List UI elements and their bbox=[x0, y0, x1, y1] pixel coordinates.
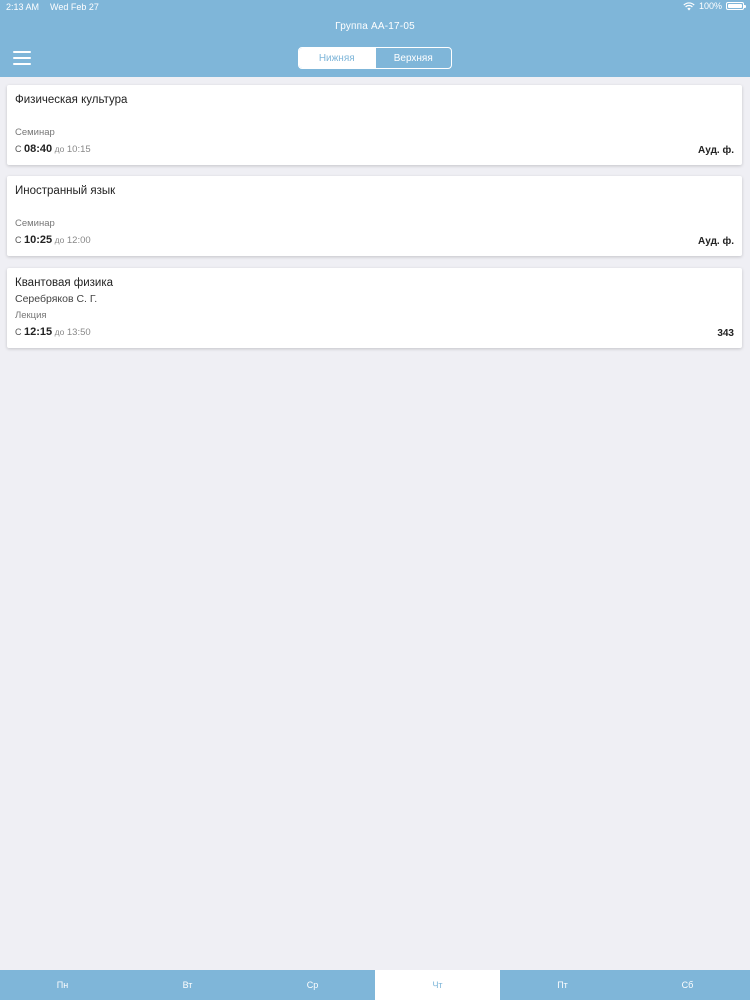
tab-thursday[interactable]: Чт bbox=[375, 970, 500, 1000]
week-toggle: Нижняя Верхняя bbox=[298, 47, 452, 69]
lesson-card[interactable]: Иностранный язык Семинар С 10:25 до 12:0… bbox=[7, 176, 742, 256]
lesson-room: Ауд. ф. bbox=[698, 236, 734, 247]
time-from-prefix: С bbox=[15, 235, 22, 245]
tab-friday[interactable]: Пт bbox=[500, 970, 625, 1000]
lesson-type: Лекция bbox=[15, 310, 47, 321]
lesson-room: Ауд. ф. bbox=[698, 145, 734, 156]
time-end: 13:50 bbox=[66, 327, 91, 338]
battery-percent: 100% bbox=[698, 1, 722, 11]
lesson-card[interactable]: Квантовая физика Серебряков С. Г. Лекция… bbox=[7, 268, 742, 348]
time-start: 08:40 bbox=[24, 143, 53, 155]
lesson-room: 343 bbox=[717, 328, 734, 339]
lesson-card[interactable]: Физическая культура Семинар С 08:40 до 1… bbox=[7, 85, 742, 165]
status-bar: 2:13 AM Wed Feb 27 100% bbox=[0, 0, 750, 14]
time-to-prefix: до bbox=[54, 235, 65, 245]
hamburger-menu-icon[interactable] bbox=[13, 51, 31, 65]
battery-icon bbox=[726, 2, 746, 10]
lesson-type: Семинар bbox=[15, 218, 55, 229]
status-date: Wed Feb 27 bbox=[50, 2, 99, 12]
lesson-type: Семинар bbox=[15, 127, 55, 138]
lesson-time: С 08:40 до 10:15 bbox=[15, 143, 91, 155]
time-end: 12:00 bbox=[66, 235, 91, 246]
lesson-title: Квантовая физика bbox=[15, 277, 114, 289]
tab-tuesday[interactable]: Вт bbox=[125, 970, 250, 1000]
time-end: 10:15 bbox=[66, 144, 91, 155]
week-tab-lower[interactable]: Нижняя bbox=[299, 48, 375, 68]
lesson-title: Иностранный язык bbox=[15, 185, 116, 197]
time-to-prefix: до bbox=[54, 144, 65, 154]
time-start: 12:15 bbox=[24, 326, 53, 338]
week-tab-upper[interactable]: Верхняя bbox=[374, 48, 452, 68]
time-to-prefix: до bbox=[54, 327, 65, 337]
time-start: 10:25 bbox=[24, 234, 53, 246]
time-from-prefix: С bbox=[15, 327, 22, 337]
tab-saturday[interactable]: Сб bbox=[625, 970, 750, 1000]
lesson-teacher: Серебряков С. Г. bbox=[15, 293, 98, 305]
status-time: 2:13 AM bbox=[6, 2, 40, 12]
lesson-title: Физическая культура bbox=[15, 94, 128, 106]
day-tab-bar: Пн Вт Ср Чт Пт Сб bbox=[0, 970, 750, 1000]
wifi-icon bbox=[683, 1, 695, 10]
status-indicators: 100% bbox=[683, 1, 746, 11]
time-from-prefix: С bbox=[15, 144, 22, 154]
lesson-time: С 12:15 до 13:50 bbox=[15, 326, 91, 338]
page-title: Группа АА-17-05 bbox=[335, 21, 415, 32]
lesson-time: С 10:25 до 12:00 bbox=[15, 234, 91, 246]
tab-wednesday[interactable]: Ср bbox=[250, 970, 375, 1000]
top-bar: 2:13 AM Wed Feb 27 100% Группа АА-17-05 … bbox=[0, 0, 750, 77]
tab-monday[interactable]: Пн bbox=[0, 970, 125, 1000]
